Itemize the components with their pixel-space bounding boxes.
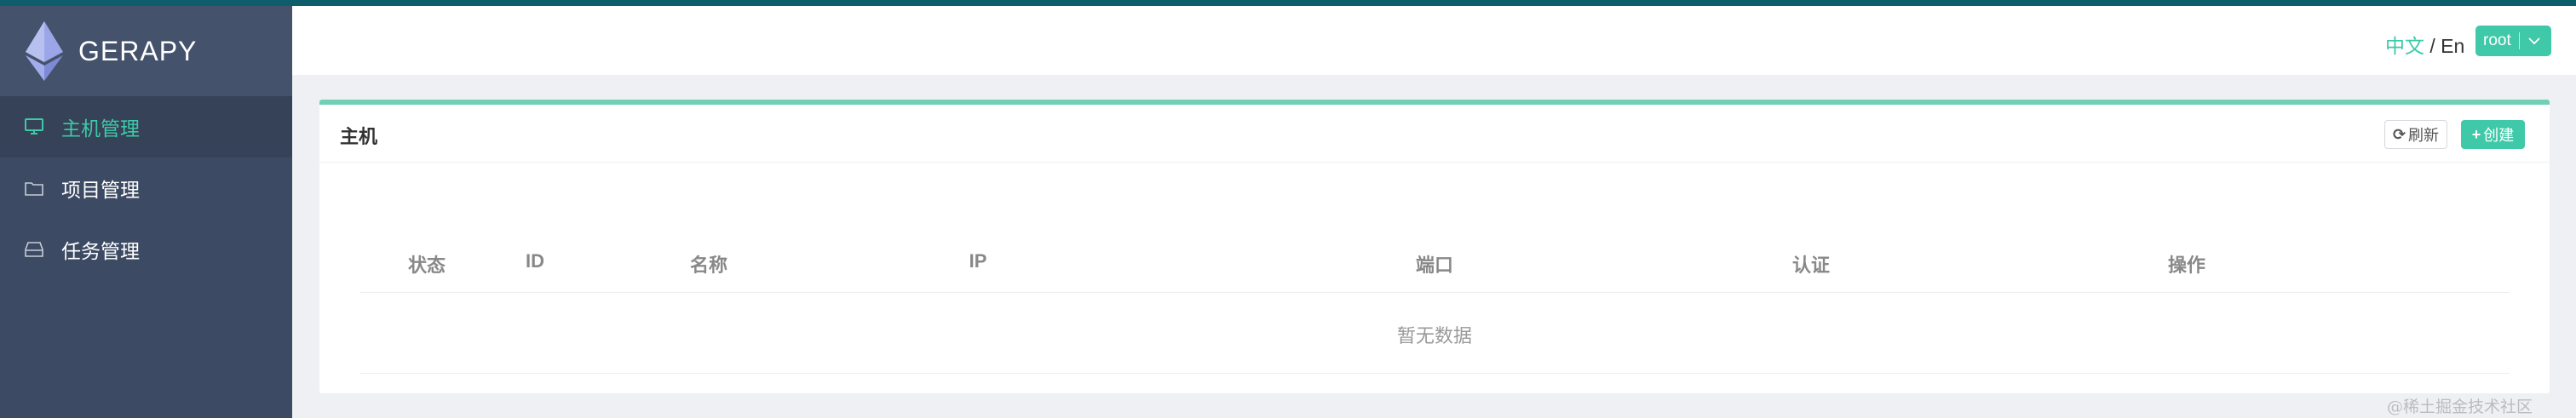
column-header-name: 名称	[689, 255, 728, 276]
sidebar-item-label: 主机管理	[61, 117, 140, 140]
sidebar-item-projects[interactable]: 项目管理	[0, 157, 292, 219]
sidebar-item-hosts[interactable]: 主机管理	[0, 96, 292, 157]
chevron-down-icon	[2528, 37, 2540, 45]
column-header-status: 状态	[407, 255, 446, 276]
create-label: 创建	[2483, 127, 2515, 144]
create-button[interactable]: + 创建	[2461, 120, 2525, 149]
hosts-panel: 主机 ⟳ 刷新 + 创建 状态 ID 名称 IP 端口 认证 操作 暂无数据	[319, 100, 2550, 393]
lang-en-link[interactable]: En	[2441, 35, 2464, 57]
refresh-label: 刷新	[2408, 127, 2440, 144]
plus-icon: +	[2471, 125, 2481, 143]
sidebar-item-label: 项目管理	[61, 179, 140, 201]
empty-state-row: 暂无数据	[359, 293, 2510, 374]
language-switch: 中文 / En	[2385, 30, 2464, 59]
column-header-port: 端口	[1415, 255, 1454, 276]
empty-state-text: 暂无数据	[1396, 325, 1473, 346]
refresh-icon: ⟳	[2392, 125, 2406, 143]
panel-header: 主机 ⟳ 刷新 + 创建	[319, 105, 2550, 163]
brand[interactable]: GERAPY	[0, 6, 292, 96]
watermark: @稀土掘金技术社区	[2387, 398, 2533, 416]
column-header-ip: IP	[969, 250, 987, 272]
column-header-actions: 操作	[2167, 255, 2206, 276]
lang-zh-link[interactable]: 中文	[2385, 35, 2424, 57]
inbox-icon	[24, 239, 44, 260]
sidebar-item-label: 任务管理	[61, 240, 140, 262]
user-dropdown-button[interactable]: root	[2475, 26, 2551, 56]
table-header: 状态 ID 名称 IP 端口 认证 操作	[359, 224, 2510, 293]
refresh-button[interactable]: ⟳ 刷新	[2384, 120, 2447, 149]
sidebar: GERAPY 主机管理 项目管理 任务管理	[0, 6, 292, 418]
column-header-auth: 认证	[1791, 255, 1831, 276]
top-accent-bar	[0, 0, 2576, 6]
brand-name: GERAPY	[78, 35, 198, 66]
ethereum-logo-icon	[26, 21, 63, 81]
dropdown-divider	[2518, 32, 2520, 49]
lang-separator: /	[2424, 35, 2441, 57]
folder-icon	[24, 178, 44, 198]
panel-title: 主机	[340, 126, 378, 147]
top-header: 中文 / En root	[292, 6, 2576, 75]
column-header-id: ID	[526, 250, 544, 272]
username: root	[2483, 31, 2511, 49]
sidebar-item-tasks[interactable]: 任务管理	[0, 219, 292, 280]
hosts-table: 状态 ID 名称 IP 端口 认证 操作 暂无数据	[359, 224, 2510, 374]
monitor-icon	[24, 117, 44, 137]
